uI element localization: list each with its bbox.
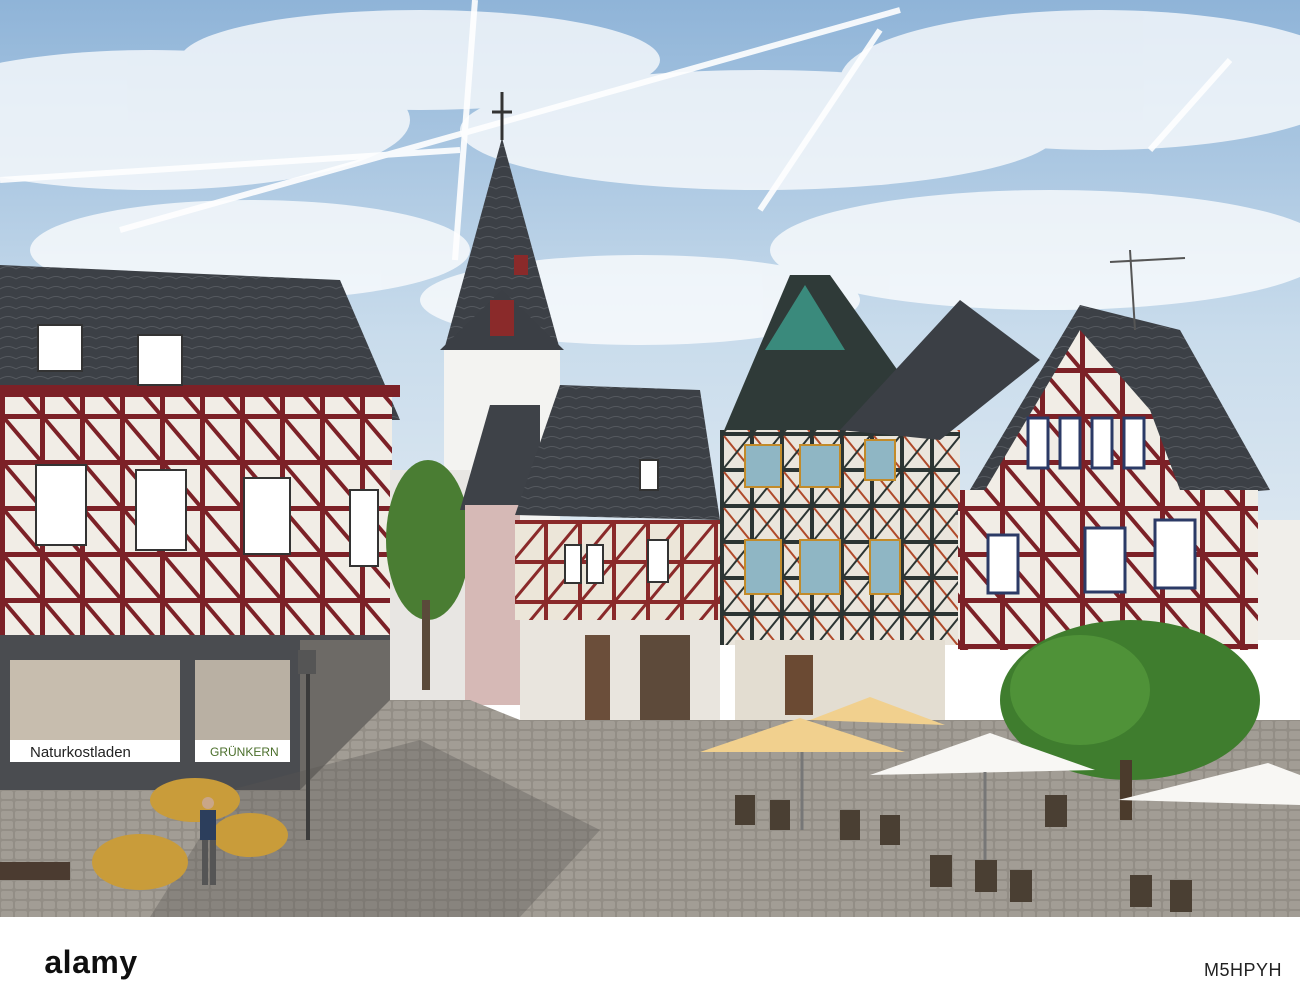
street-tree [386,460,470,620]
naturkost-sign: Naturkostladen [30,744,131,761]
image-id: M5HPYH [1203,960,1282,980]
gruenkern-sign: GRÜNKERN [210,745,279,759]
middle-timber-house [515,385,720,730]
alamy-logo: alamy [16,938,166,986]
street-scene-photo: Naturkostladen GRÜNKERN [0,0,1300,917]
bench [0,862,70,880]
left-timber-building: Naturkostladen GRÜNKERN [0,265,400,800]
pedestrian [200,797,216,885]
watermark-strip [0,917,1300,1006]
alamy-logo-text: alamy [44,943,138,980]
